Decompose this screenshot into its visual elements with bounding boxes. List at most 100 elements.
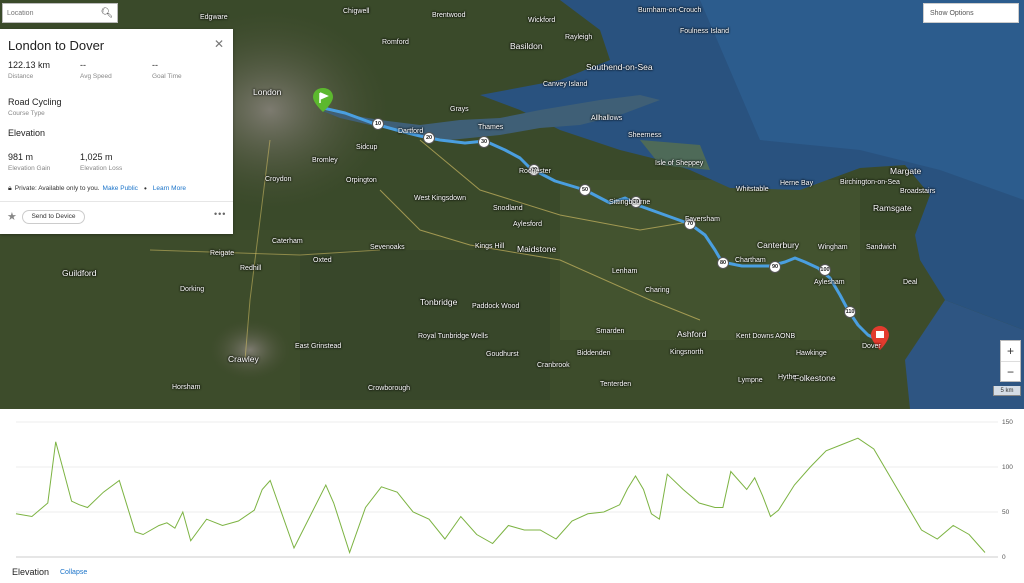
place-label: Southend-on-Sea (586, 62, 653, 72)
place-label: West Kingsdown (414, 195, 467, 202)
place-label: Herne Bay (780, 180, 814, 187)
place-label: Reigate (210, 250, 235, 257)
stat-value: -- (152, 60, 158, 70)
elevation-heading: Elevation (8, 128, 46, 138)
location-search[interactable]: 🔍︎ (2, 3, 118, 23)
divider (0, 201, 233, 202)
stat-label: Elevation Gain (8, 165, 51, 172)
place-label: Aylesham (814, 279, 845, 286)
place-label: Tenterden (600, 381, 632, 388)
route-marker-100[interactable]: 100 (819, 264, 831, 276)
stat-label: Goal Time (152, 73, 182, 80)
place-label: Smarden (596, 328, 625, 335)
place-label: Chigwell (343, 8, 370, 15)
place-label: Horsham (172, 384, 201, 391)
place-label: Grays (450, 106, 469, 113)
place-label: Margate (890, 166, 922, 176)
route-marker-10[interactable]: 10 (372, 118, 384, 130)
place-label: Caterham (272, 238, 303, 245)
place-label: Snodland (493, 205, 523, 212)
place-label: Chartham (735, 257, 766, 264)
place-label: Sidcup (356, 144, 378, 151)
zoom-control: + − (1000, 340, 1021, 382)
course-info-panel: London to Dover ✕ 122.13 km Distance -- … (0, 29, 233, 234)
elevation-chart (15, 421, 998, 558)
route-marker-80[interactable]: 80 (717, 257, 729, 269)
elevation-title: Elevation (12, 567, 50, 577)
y-tick-label: 0 (1002, 554, 1006, 561)
place-label: Canvey Island (543, 81, 588, 88)
more-options-icon[interactable]: ••• (214, 209, 226, 219)
place-label: Allhallows (591, 115, 623, 122)
place-label: Kent Downs AONB (736, 333, 796, 340)
place-label: Oxted (313, 257, 332, 264)
make-public-link[interactable]: Make Public (103, 185, 138, 192)
place-label: Kingsnorth (670, 349, 704, 356)
place-label: Goudhurst (486, 351, 519, 358)
place-label: Sheerness (628, 132, 662, 139)
place-label: Croydon (265, 176, 292, 183)
place-label: Dover (862, 343, 881, 350)
elevation-gain-stat: 981 m Elevation Gain (8, 152, 50, 172)
place-label: Birchington-on-Sea (840, 179, 900, 186)
place-label: Tonbridge (420, 297, 458, 307)
place-label: Sittingbourne (609, 199, 651, 206)
place-label: Crowborough (368, 385, 411, 392)
zoom-in-button[interactable]: + (1001, 341, 1020, 361)
lock-icon: 🔒︎ (8, 184, 12, 192)
goal-time-stat: -- Goal Time (152, 60, 182, 80)
place-label: East Grinstead (295, 343, 342, 350)
start-flag-icon[interactable] (313, 88, 333, 112)
zoom-out-button[interactable]: − (1001, 361, 1020, 381)
place-label: Canterbury (757, 240, 800, 250)
place-label: Aylesford (513, 221, 543, 228)
place-label: Lympne (738, 377, 763, 384)
route-marker-110[interactable]: 110 (844, 306, 856, 318)
show-options-button[interactable]: Show Options (923, 3, 1019, 23)
send-to-device-button[interactable]: Send to Device (22, 210, 85, 224)
stat-label: Avg Speed (80, 73, 112, 80)
place-label: Hythe (778, 374, 797, 381)
place-label: Basildon (510, 41, 543, 51)
stat-value: 1,025 m (80, 152, 113, 162)
stat-value: Road Cycling (8, 97, 62, 107)
course-title: London to Dover (8, 38, 105, 53)
place-label: Rayleigh (565, 34, 593, 41)
place-label: Dartford (398, 128, 424, 135)
route-marker-20[interactable]: 20 (423, 132, 435, 144)
stat-label: Course Type (8, 110, 45, 117)
location-search-input[interactable] (3, 9, 99, 17)
collapse-link[interactable]: Collapse (60, 569, 87, 576)
place-label: Lenham (612, 268, 638, 275)
place-label: Biddenden (577, 350, 611, 357)
place-label: Folkestone (794, 373, 836, 383)
place-label: Redhill (240, 265, 262, 272)
stat-value: 981 m (8, 152, 34, 162)
elevation-loss-stat: 1,025 m Elevation Loss (80, 152, 122, 172)
search-icon[interactable]: 🔍︎ (99, 8, 115, 19)
place-label: Rochester (519, 168, 551, 175)
place-label: Whitstable (736, 186, 769, 193)
separator-dot: • (143, 184, 147, 193)
course-type-stat: Road Cycling Course Type (8, 97, 62, 117)
privacy-text: Private: Available only to you. (14, 185, 100, 192)
y-tick-label: 50 (1002, 509, 1010, 516)
place-label: Orpington (346, 177, 377, 184)
place-label: Brentwood (432, 12, 466, 19)
route-marker-50[interactable]: 50 (579, 184, 591, 196)
route-marker-30[interactable]: 30 (478, 136, 490, 148)
route-marker-90[interactable]: 90 (769, 261, 781, 273)
learn-more-link[interactable]: Learn More (153, 185, 186, 192)
place-label: Cranbrook (537, 362, 570, 369)
place-label: Paddock Wood (472, 303, 520, 310)
place-label: Hawkinge (796, 350, 827, 357)
map-view[interactable]: 10 20 30 40 50 60 70 80 90 100 110 Edgwa… (0, 0, 1024, 409)
place-label: Thames (478, 124, 504, 131)
avg-speed-stat: -- Avg Speed (80, 60, 112, 80)
star-icon[interactable]: ★ (7, 210, 17, 223)
place-label: Romford (382, 39, 409, 46)
place-label: Broadstairs (900, 188, 936, 195)
place-label: Ramsgate (873, 203, 912, 213)
close-icon[interactable]: ✕ (214, 37, 224, 51)
place-label: Sevenoaks (370, 244, 405, 251)
